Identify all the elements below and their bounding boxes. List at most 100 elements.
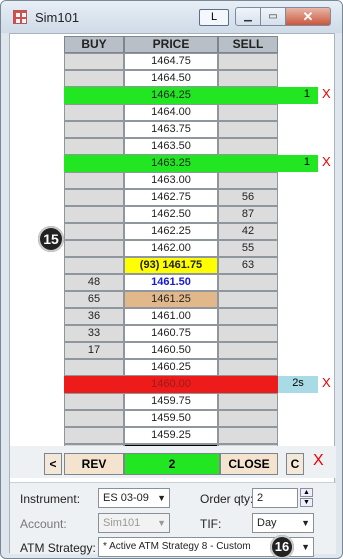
sell-cell[interactable] <box>218 121 278 138</box>
sell-cell[interactable] <box>218 138 278 155</box>
sell-cell[interactable] <box>218 53 278 70</box>
sell-cell[interactable] <box>218 155 278 172</box>
buy-cell[interactable]: 17 <box>64 342 124 359</box>
cancel-order-x-icon[interactable]: X <box>322 154 331 169</box>
sell-cell[interactable] <box>218 376 278 393</box>
buy-cell[interactable] <box>64 206 124 223</box>
ladder-row: 1462.50 87 <box>64 206 288 223</box>
cancel-order-x-icon[interactable]: X <box>322 86 331 101</box>
buy-cell[interactable] <box>64 376 124 393</box>
sell-cell[interactable] <box>218 308 278 325</box>
sell-cell[interactable] <box>218 172 278 189</box>
cancel-order-x-icon[interactable]: X <box>322 375 331 390</box>
price-cell: 1462.00 <box>124 240 218 257</box>
l-button[interactable]: L <box>199 9 229 26</box>
qty-down-icon[interactable]: ▼ <box>300 498 313 507</box>
order-qty-input[interactable]: 2 <box>252 488 298 508</box>
maximize-icon[interactable]: ▭ <box>260 7 286 26</box>
sell-cell[interactable] <box>218 104 278 121</box>
buy-cell[interactable] <box>64 53 124 70</box>
buy-cell[interactable] <box>64 104 124 121</box>
ladder-row: 1459.75 <box>64 393 288 410</box>
working-order-box[interactable]: 2s <box>278 376 318 393</box>
ladder-row: 33 1460.75 <box>64 325 288 342</box>
ladder-row: 1463.00 <box>64 172 288 189</box>
instrument-select[interactable]: ES 03-09 ▼ <box>98 488 170 508</box>
buy-cell[interactable] <box>64 410 124 427</box>
c-button[interactable]: C <box>286 453 304 475</box>
account-label: Account: <box>20 517 67 531</box>
account-select: Sim101 ▼ <box>98 513 170 533</box>
working-order-box[interactable]: 1 <box>278 155 318 172</box>
buy-cell[interactable] <box>64 257 124 274</box>
sim101-window: Sim101 L ▁ ▭ ✕ BUY PRICE SELL 1464.75 146… <box>0 0 343 559</box>
sell-cell[interactable] <box>218 325 278 342</box>
buy-cell[interactable] <box>64 223 124 240</box>
ladder-row: 1464.75 <box>64 53 288 70</box>
ladder-row: (93) 1461.75 63 <box>64 257 288 274</box>
cancel-all-x-icon[interactable]: X <box>313 452 324 470</box>
price-cell: 1462.50 <box>124 206 218 223</box>
order-controls: < REV 2 CLOSE C X <box>10 446 336 478</box>
price-cell: 1459.25 <box>124 427 218 444</box>
sell-cell[interactable] <box>218 70 278 87</box>
left-arrow-button[interactable]: < <box>44 453 62 475</box>
dom-panel: BUY PRICE SELL 1464.75 1464.50 1464.25 1 X 14… <box>9 33 336 558</box>
buy-cell[interactable] <box>64 121 124 138</box>
buy-cell[interactable]: 36 <box>64 308 124 325</box>
app-icon <box>13 10 27 24</box>
buy-cell[interactable]: 48 <box>64 274 124 291</box>
price-cell: 1463.25 <box>124 155 218 172</box>
buy-cell[interactable] <box>64 138 124 155</box>
sell-cell[interactable] <box>218 359 278 376</box>
sell-cell[interactable] <box>218 291 278 308</box>
sell-cell[interactable]: 87 <box>218 206 278 223</box>
sell-cell[interactable]: 56 <box>218 189 278 206</box>
instrument-label: Instrument: <box>20 492 81 506</box>
buy-cell[interactable] <box>64 70 124 87</box>
ladder-row: 65 1461.25 <box>64 291 288 308</box>
sell-cell[interactable] <box>218 427 278 444</box>
sell-cell[interactable] <box>218 87 278 104</box>
price-cell: 1459.50 <box>124 410 218 427</box>
price-cell: 1463.75 <box>124 121 218 138</box>
price-cell: 1464.50 <box>124 70 218 87</box>
price-cell: 1461.25 <box>124 291 218 308</box>
buy-cell[interactable] <box>64 240 124 257</box>
working-order-box[interactable]: 1 <box>278 87 318 104</box>
reverse-button[interactable]: REV <box>64 453 124 475</box>
buy-cell[interactable] <box>64 427 124 444</box>
price-cell: 1461.50 <box>124 274 218 291</box>
price-cell: 1463.00 <box>124 172 218 189</box>
sell-cell[interactable]: 63 <box>218 257 278 274</box>
sell-cell[interactable]: 42 <box>218 223 278 240</box>
ladder-row: 1459.25 <box>64 427 288 444</box>
minimize-icon[interactable]: ▁ <box>235 7 261 26</box>
ladder-row: 1464.50 <box>64 70 288 87</box>
sell-cell[interactable] <box>218 342 278 359</box>
buy-cell[interactable] <box>64 393 124 410</box>
buy-cell[interactable] <box>64 172 124 189</box>
sell-cell[interactable]: 55 <box>218 240 278 257</box>
buy-cell[interactable] <box>64 155 124 172</box>
position-quantity[interactable]: 2 <box>124 453 220 475</box>
sell-cell[interactable] <box>218 393 278 410</box>
buy-cell[interactable] <box>64 189 124 206</box>
buy-cell[interactable] <box>64 359 124 376</box>
sell-cell[interactable] <box>218 410 278 427</box>
qty-up-icon[interactable]: ▲ <box>300 488 313 497</box>
buy-cell[interactable] <box>64 87 124 104</box>
instrument-value: ES 03-09 <box>103 492 149 504</box>
ladder-row: 36 1461.00 <box>64 308 288 325</box>
close-icon[interactable]: ✕ <box>285 7 331 26</box>
close-position-button[interactable]: CLOSE <box>220 453 278 475</box>
window-title: Sim101 <box>35 10 80 25</box>
atm-strategy-label: ATM Strategy: <box>20 541 96 555</box>
title-bar[interactable]: Sim101 L ▁ ▭ ✕ <box>1 1 342 33</box>
buy-cell[interactable]: 33 <box>64 325 124 342</box>
ladder-row: 1463.25 1 X <box>64 154 331 172</box>
tif-select[interactable]: Day ▼ <box>252 513 314 533</box>
buy-cell[interactable]: 65 <box>64 291 124 308</box>
sell-cell[interactable] <box>218 274 278 291</box>
ladder-row: 1462.75 56 <box>64 189 288 206</box>
